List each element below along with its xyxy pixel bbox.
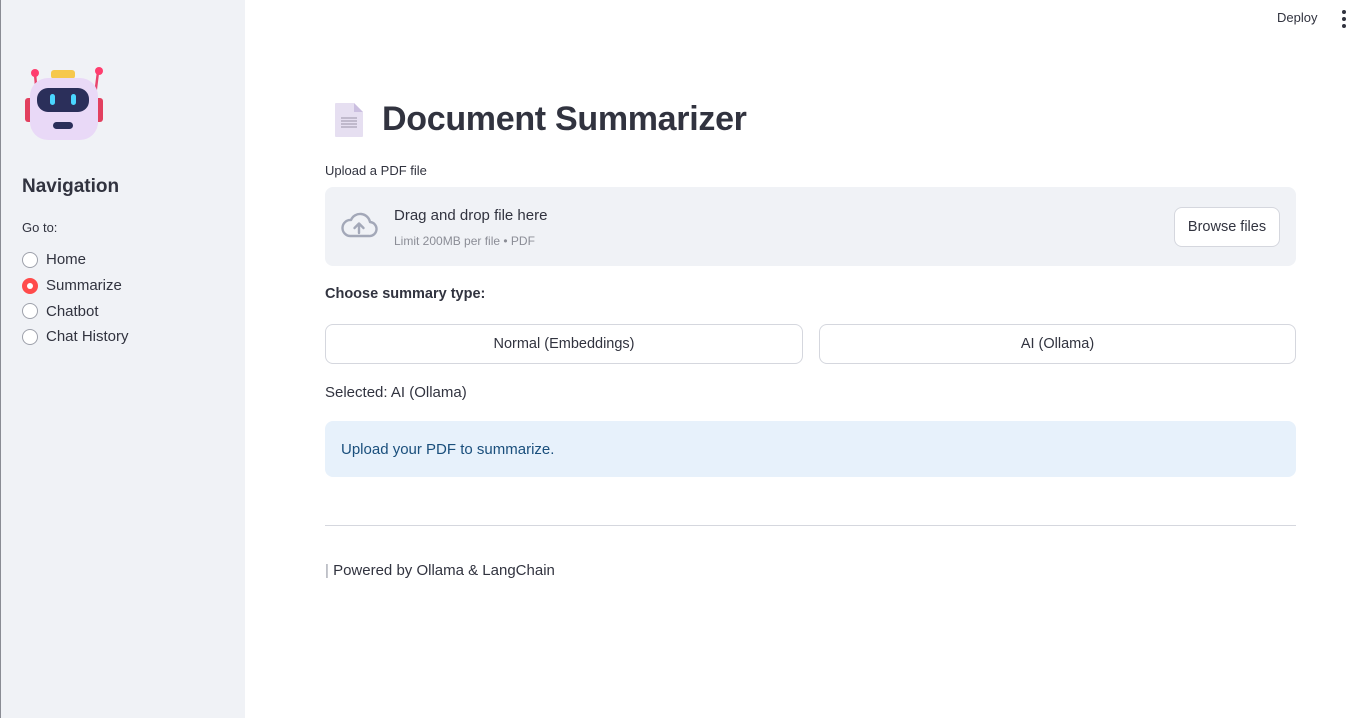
info-message: Upload your PDF to summarize. xyxy=(341,440,555,458)
summary-type-label: Choose summary type: xyxy=(325,286,486,302)
deploy-button[interactable]: Deploy xyxy=(1277,10,1317,25)
nav-radio-chatbot[interactable]: Chatbot xyxy=(22,298,129,324)
sidebar: Navigation Go to: Home Summarize Chatbot… xyxy=(0,0,245,718)
dropzone-title: Drag and drop file here xyxy=(394,207,548,224)
footer: | Powered by Ollama & LangChain xyxy=(325,562,555,579)
cloud-upload-icon xyxy=(340,211,378,239)
normal-embeddings-button[interactable]: Normal (Embeddings) xyxy=(325,324,803,364)
radio-button[interactable] xyxy=(22,303,38,320)
file-dropzone[interactable]: Drag and drop file here Limit 200MB per … xyxy=(325,187,1296,266)
page-title: Document Summarizer xyxy=(382,100,747,138)
goto-label: Go to: xyxy=(22,220,58,235)
nav-radio-summarize[interactable]: Summarize xyxy=(22,273,129,299)
radio-label: Chatbot xyxy=(46,302,99,320)
selected-summary-type: Selected: AI (Ollama) xyxy=(325,384,467,401)
radio-label: Chat History xyxy=(46,328,129,346)
upload-label: Upload a PDF file xyxy=(325,163,427,178)
navigation-radio-group: Home Summarize Chatbot Chat History xyxy=(22,247,129,350)
footer-text: Powered by Ollama & LangChain xyxy=(328,562,555,579)
nav-radio-home[interactable]: Home xyxy=(22,247,129,273)
ai-ollama-button[interactable]: AI (Ollama) xyxy=(819,324,1296,364)
dropzone-limit: Limit 200MB per file • PDF xyxy=(394,234,535,248)
nav-radio-chat-history[interactable]: Chat History xyxy=(22,324,129,350)
radio-button-selected[interactable] xyxy=(22,277,38,294)
radio-button[interactable] xyxy=(22,328,38,345)
radio-label: Summarize xyxy=(46,277,122,295)
more-vertical-icon[interactable] xyxy=(1337,9,1351,29)
browse-files-button[interactable]: Browse files xyxy=(1174,207,1280,247)
radio-label: Home xyxy=(46,251,87,269)
document-icon xyxy=(333,102,365,138)
sidebar-title: Navigation xyxy=(22,176,120,197)
radio-button[interactable] xyxy=(22,251,38,268)
divider xyxy=(325,525,1296,526)
robot-icon xyxy=(25,66,105,142)
info-alert: Upload your PDF to summarize. xyxy=(325,421,1296,477)
